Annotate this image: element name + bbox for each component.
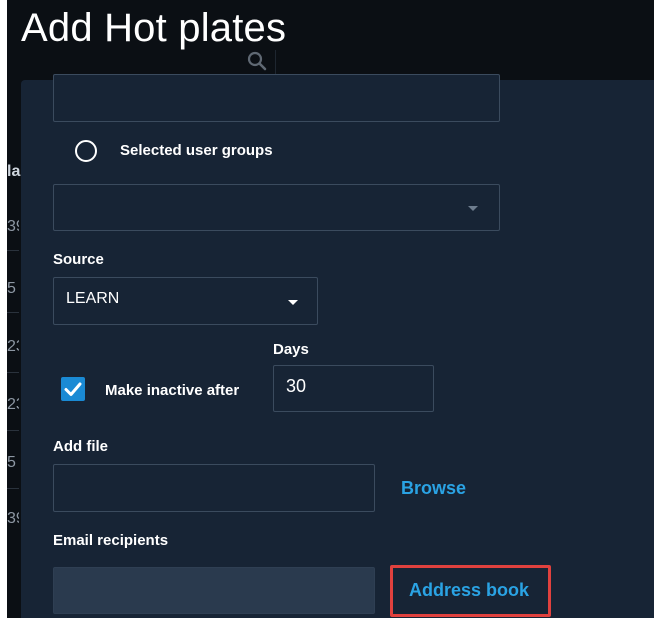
radio-button-icon[interactable]: [75, 140, 97, 162]
search-icon[interactable]: [246, 50, 268, 72]
source-select-value: LEARN: [66, 290, 120, 307]
add-file-input[interactable]: [53, 464, 375, 512]
checkmark-icon: [64, 382, 82, 396]
user-groups-select[interactable]: [53, 184, 500, 231]
background-row-divider: [7, 430, 19, 431]
source-label: Source: [53, 251, 104, 268]
page-title: Add Hot plates: [21, 6, 287, 50]
selected-user-groups-label[interactable]: Selected user groups: [120, 142, 273, 159]
background-row-divider: [7, 250, 19, 251]
email-recipients-input[interactable]: [53, 567, 375, 614]
background-row-divider: [7, 372, 19, 373]
add-file-label: Add file: [53, 438, 108, 455]
email-recipients-label: Email recipients: [53, 532, 169, 549]
background-table-cell: 39: [7, 218, 19, 235]
background-table-cell: 5: [7, 454, 16, 471]
caret-down-icon: [468, 206, 478, 211]
background-column-header: la: [7, 163, 21, 180]
previous-field-input[interactable]: [53, 74, 500, 122]
days-label: Days: [273, 341, 309, 358]
source-select[interactable]: LEARN: [53, 277, 318, 325]
app-window: Add Hot plates la 39 5 23 23 5 39 Select…: [7, 0, 654, 618]
make-inactive-label[interactable]: Make inactive after: [105, 382, 239, 399]
browse-link[interactable]: Browse: [401, 478, 466, 499]
make-inactive-checkbox[interactable]: [61, 377, 85, 401]
address-book-link[interactable]: Address book: [409, 580, 529, 601]
background-table-cell: 23: [7, 396, 19, 413]
days-input-value: 30: [286, 376, 307, 396]
caret-down-icon: [288, 300, 298, 305]
background-row-divider: [7, 488, 19, 489]
background-row-divider: [7, 312, 19, 313]
add-hot-plate-dialog: Selected user groups Source LEARN Days M…: [21, 74, 654, 618]
background-table-cell: 39: [7, 510, 19, 527]
background-table-cell: 5: [7, 280, 16, 297]
days-input[interactable]: 30: [273, 365, 434, 412]
background-table-cell: 23: [7, 338, 19, 355]
